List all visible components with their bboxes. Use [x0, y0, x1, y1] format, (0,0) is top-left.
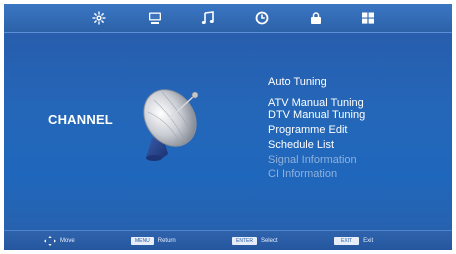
sound-note-icon[interactable]: [198, 9, 218, 27]
move-arrows-icon: [44, 236, 56, 246]
footer-hint-bar: Move MENU Return ENTER Select EXIT Exit: [4, 230, 452, 250]
menu-item-dtv-manual-tuning[interactable]: DTV Manual Tuning: [268, 109, 418, 121]
exit-key-badge: EXIT: [334, 237, 360, 245]
hint-exit: EXIT Exit: [334, 235, 373, 247]
hint-return: MENU Return: [131, 235, 176, 247]
tv-menu-screen: CHANNEL Auto Tuning ATV Manual Tuning DT…: [4, 4, 452, 250]
setup-grid-icon[interactable]: [358, 9, 378, 27]
menu-key-badge: MENU: [131, 237, 154, 245]
move-label: Move: [60, 238, 75, 244]
satellite-dish-icon: [143, 89, 199, 161]
channel-menu-list: Auto Tuning ATV Manual Tuning DTV Manual…: [268, 76, 418, 180]
select-label: Select: [260, 238, 278, 244]
channel-screen-icon[interactable]: [145, 9, 165, 27]
menu-item-auto-tuning[interactable]: Auto Tuning: [268, 76, 418, 88]
top-tab-bar: [4, 4, 452, 33]
menu-item-schedule-list[interactable]: Schedule List: [268, 139, 418, 151]
menu-item-ci-information: CI Information: [268, 168, 338, 180]
section-title: CHANNEL: [48, 112, 113, 127]
time-clock-icon[interactable]: [252, 9, 272, 27]
enter-key-badge: ENTER: [232, 237, 257, 245]
menu-item-signal-information: Signal Information: [268, 154, 357, 166]
menu-item-programme-edit[interactable]: Programme Edit: [268, 124, 418, 136]
menu-item-atv-manual-tuning[interactable]: ATV Manual Tuning: [268, 97, 418, 109]
hint-select: ENTER Select: [232, 235, 278, 247]
picture-settings-icon[interactable]: [89, 9, 109, 27]
hint-move: Move: [44, 235, 75, 247]
return-label: Return: [157, 238, 176, 244]
lock-icon[interactable]: [306, 9, 326, 27]
exit-label: Exit: [363, 238, 374, 244]
